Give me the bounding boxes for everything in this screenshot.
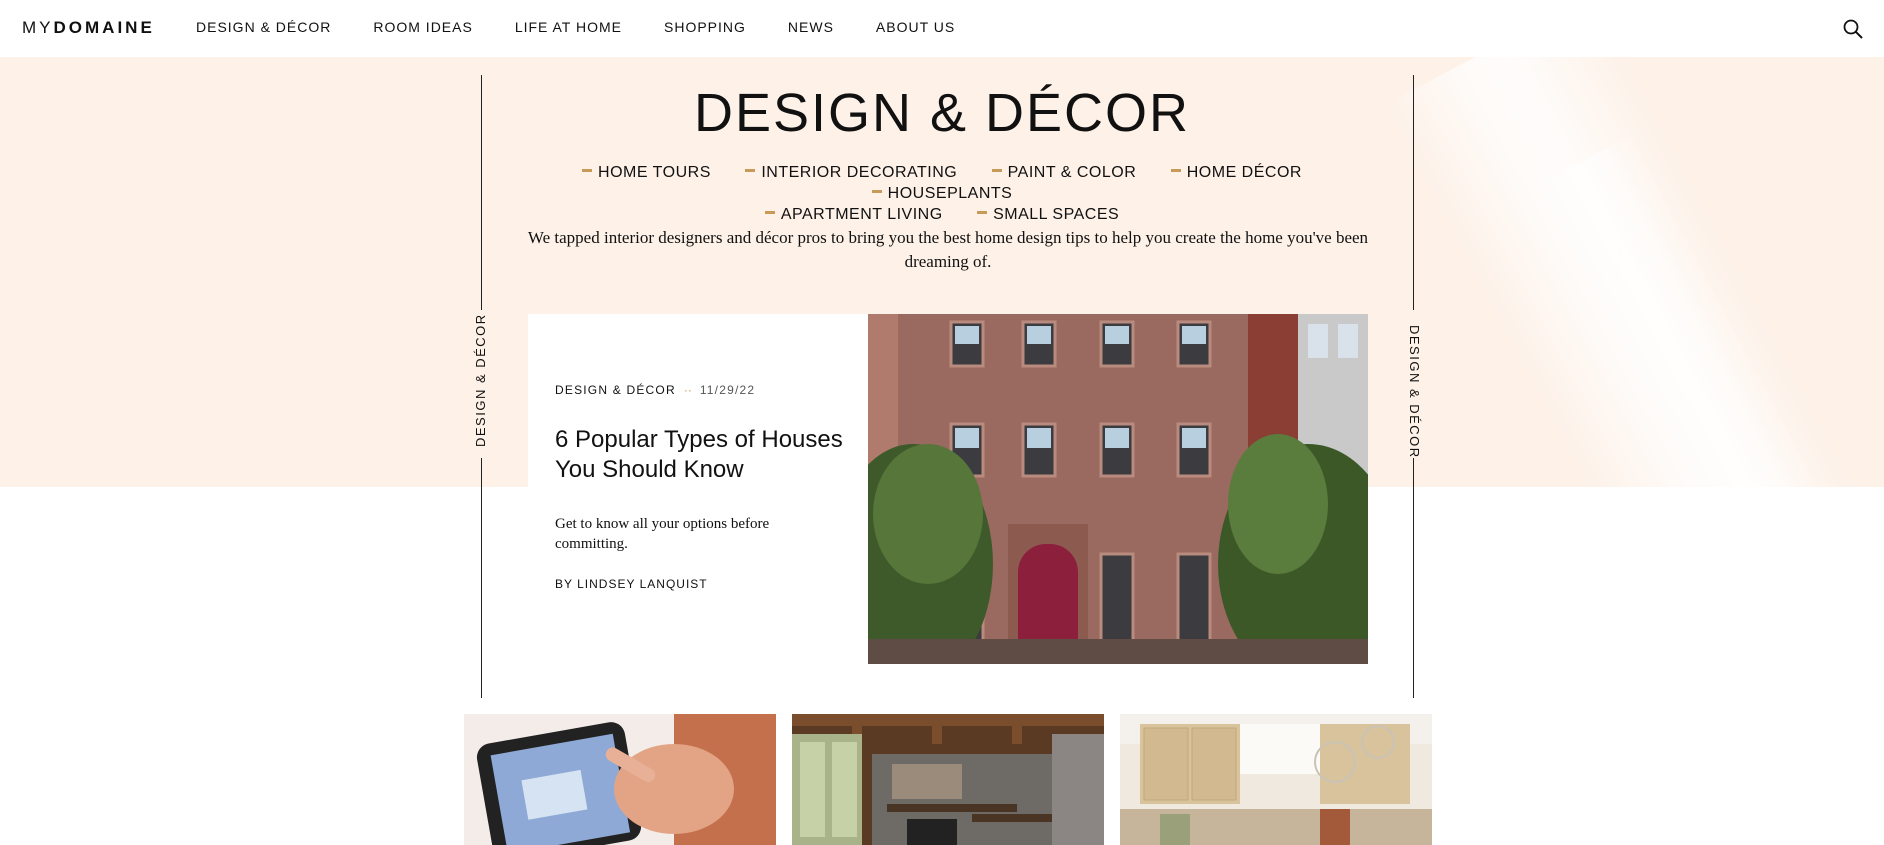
tag-houseplants[interactable]: HOUSEPLANTS	[871, 183, 1013, 204]
logo-domaine: DOMAINE	[53, 18, 155, 37]
tag-dash	[1170, 169, 1181, 173]
tag-dash	[871, 190, 882, 194]
side-label-left: DESIGN & DÉCOR	[473, 313, 488, 447]
tag-label: APARTMENT LIVING	[780, 206, 943, 223]
tag-home-tours[interactable]: HOME TOURS	[582, 162, 711, 183]
tag-dash	[582, 169, 593, 173]
site-header: MYDOMAINE DESIGN & DÉCOR ROOM IDEAS LIFE…	[0, 0, 1884, 57]
nav-design-decor[interactable]: DESIGN & DÉCOR	[196, 19, 331, 35]
featured-byline[interactable]: BY LINDSEY LANQUIST	[555, 577, 708, 591]
right-divider-bottom	[1413, 458, 1414, 698]
grid-card-3-image[interactable]	[1120, 714, 1432, 845]
featured-date: 11/29/22	[699, 383, 756, 397]
meta-separator: ··	[683, 383, 692, 397]
page-title: DESIGN & DÉCOR	[693, 83, 1191, 143]
tag-label: HOUSEPLANTS	[887, 185, 1013, 202]
tag-label: SMALL SPACES	[993, 206, 1120, 223]
tag-dash	[991, 169, 1002, 173]
side-label-right: DESIGN & DÉCOR	[1407, 325, 1422, 459]
intro-text: We tapped interior designers and décor p…	[527, 228, 1369, 271]
grid-card-1-image[interactable]	[464, 714, 776, 845]
tag-interior-decorating[interactable]: INTERIOR DECORATING	[745, 162, 957, 183]
nav-shopping[interactable]: SHOPPING	[664, 19, 746, 35]
topic-tags: HOME TOURS INTERIOR DECORATING PAINT & C…	[510, 162, 1374, 225]
featured-card[interactable]	[528, 314, 868, 664]
site-logo[interactable]: MYDOMAINE	[22, 18, 155, 38]
tag-small-spaces[interactable]: SMALL SPACES	[977, 204, 1119, 225]
logo-my: MY	[22, 18, 54, 37]
featured-description: Get to know all your options before comm…	[555, 516, 770, 552]
tag-label: PAINT & COLOR	[1007, 164, 1137, 181]
tag-home-decor[interactable]: HOME DÉCOR	[1170, 162, 1302, 183]
search-icon[interactable]	[1842, 18, 1864, 40]
featured-title[interactable]: 6 Popular Types of Houses You Should Kno…	[555, 425, 855, 485]
tag-label: HOME DÉCOR	[1186, 164, 1302, 181]
grid-card-2-image[interactable]	[792, 714, 1104, 845]
nav-news[interactable]: NEWS	[788, 19, 834, 35]
tag-paint-color[interactable]: PAINT & COLOR	[991, 162, 1137, 183]
nav-room-ideas[interactable]: ROOM IDEAS	[373, 19, 472, 35]
tag-dash	[977, 211, 988, 215]
nav-about-us[interactable]: ABOUT US	[876, 19, 955, 35]
tag-dash	[745, 169, 756, 173]
featured-category[interactable]: DESIGN & DÉCOR	[555, 383, 676, 397]
tag-label: HOME TOURS	[598, 164, 711, 181]
featured-image[interactable]	[868, 314, 1368, 664]
main-nav: DESIGN & DÉCOR ROOM IDEAS LIFE AT HOME S…	[196, 19, 997, 35]
featured-meta: DESIGN & DÉCOR ·· 11/29/22	[555, 383, 755, 397]
tag-label: INTERIOR DECORATING	[761, 164, 958, 181]
tag-apartment-living[interactable]: APARTMENT LIVING	[764, 204, 943, 225]
tag-dash	[764, 211, 775, 215]
left-divider-bottom	[481, 458, 482, 698]
nav-life-at-home[interactable]: LIFE AT HOME	[515, 19, 622, 35]
